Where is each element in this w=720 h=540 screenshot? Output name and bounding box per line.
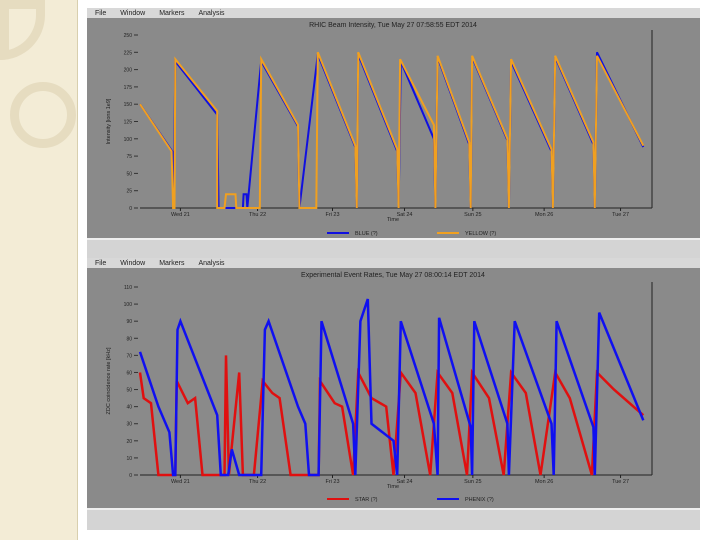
chart-title: RHIC Beam Intensity, Tue May 27 07:58:55… [309,22,477,29]
x-tick-label: Sun 25 [464,212,481,218]
y-tick-label: 0 [129,206,132,212]
status-bar [87,508,700,530]
y-tick-label: 100 [124,137,133,143]
menu-analysis[interactable]: Analysis [198,260,224,267]
beam-intensity-chart: RHIC Beam Intensity, Tue May 27 07:58:55… [106,22,653,237]
decorative-circle [0,0,45,60]
legend-label: STAR (?) [355,497,378,503]
y-tick-label: 50 [126,171,132,177]
menu-file[interactable]: File [95,10,106,17]
x-tick-label: Thu 22 [249,479,266,485]
menu-window[interactable]: Window [120,260,145,267]
x-tick-label: Sun 25 [464,479,481,485]
legend-label: BLUE (?) [355,231,378,237]
x-tick-label: Tue 27 [612,212,629,218]
y-tick-label: 60 [126,370,132,376]
y-tick-label: 10 [126,456,132,462]
series-line-0 [138,355,645,477]
y-tick-label: 75 [126,154,132,160]
y-tick-label: 40 [126,405,132,411]
y-tick-label: 100 [124,302,133,308]
y-tick-label: 175 [124,85,133,91]
decorative-circle [10,82,76,148]
y-tick-label: 250 [124,33,133,39]
y-tick-label: 200 [124,68,133,74]
x-tick-label: Wed 21 [171,212,190,218]
menu-markers[interactable]: Markers [159,10,184,17]
menu-window[interactable]: Window [120,10,145,17]
y-tick-label: 80 [126,336,132,342]
y-tick-label: 150 [124,102,133,108]
slide-decoration-strip [0,0,78,540]
x-tick-label: Fri 23 [325,212,339,218]
y-axis-label: Intensity [ions 1e9] [106,98,112,144]
series-line-1 [139,51,645,209]
x-tick-label: Thu 22 [249,212,266,218]
legend-label: PHENIX (?) [465,497,494,503]
status-bar [87,238,700,258]
x-tick-label: Mon 26 [535,212,553,218]
chart-title: Experimental Event Rates, Tue May 27 08:… [301,272,485,279]
x-tick-label: Wed 21 [171,479,190,485]
beam-intensity-window: File Window Markers Analysis RHIC Beam I… [87,8,700,258]
menu-bar: File Window Markers Analysis [87,8,700,18]
y-tick-label: 25 [126,189,132,195]
y-tick-label: 225 [124,50,133,56]
y-tick-label: 110 [124,285,132,291]
x-tick-label: Fri 23 [325,479,339,485]
y-tick-label: 70 [126,353,132,359]
y-tick-label: 125 [124,120,133,126]
y-tick-label: 30 [126,422,132,428]
x-tick-label: Mon 26 [535,479,553,485]
menu-file[interactable]: File [95,260,106,267]
event-rates-chart: Experimental Event Rates, Tue May 27 08:… [106,272,653,503]
x-axis-label: Time [387,217,399,223]
series-line-0 [139,51,645,209]
y-tick-label: 20 [126,439,132,445]
event-rates-window: File Window Markers Analysis Experimenta… [87,258,700,530]
menu-analysis[interactable]: Analysis [198,10,224,17]
y-tick-label: 0 [129,473,132,479]
y-axis-label: ZDC coincidence rate [kHz] [106,347,112,414]
y-tick-label: 50 [126,388,132,394]
x-tick-label: Tue 27 [612,479,629,485]
menu-markers[interactable]: Markers [159,260,184,267]
y-tick-label: 90 [126,319,132,325]
menu-bar: File Window Markers Analysis [87,258,700,268]
legend-label: YELLOW (?) [465,231,496,237]
x-axis-label: Time [387,484,399,490]
